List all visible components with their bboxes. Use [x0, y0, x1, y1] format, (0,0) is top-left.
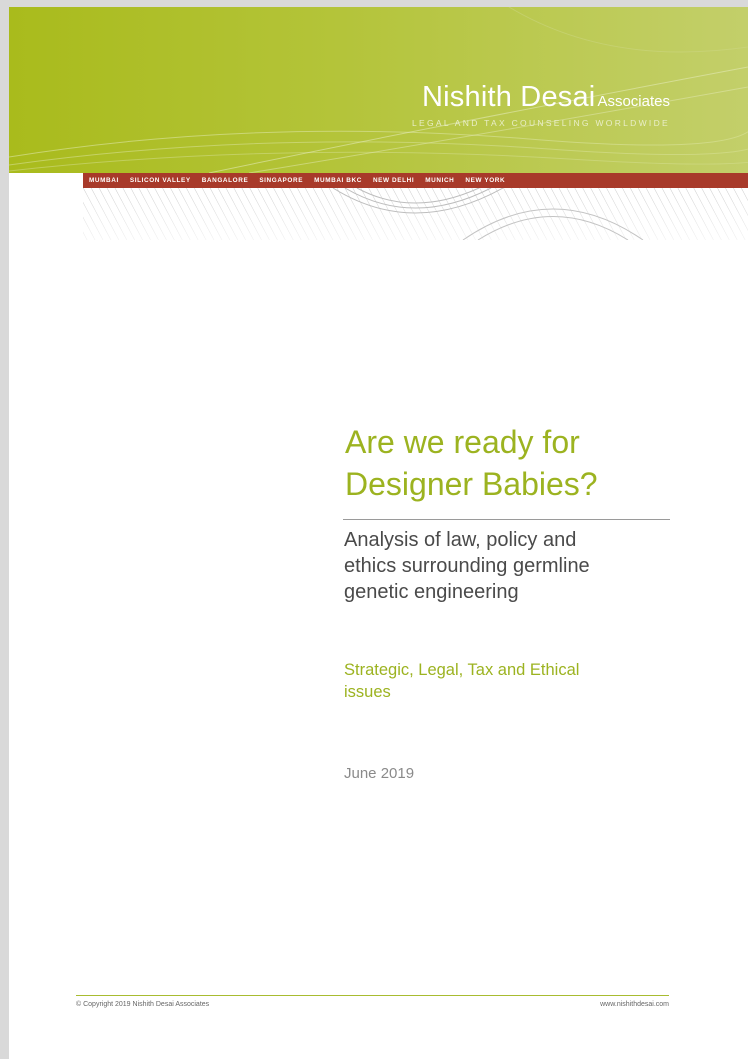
cover-page: Nishith Desai Associates LEGAL AND TAX CO…	[9, 7, 748, 1059]
topics-line-1: Strategic, Legal, Tax and Ethical	[344, 661, 580, 679]
title-divider	[343, 519, 670, 520]
subtitle-line-3: genetic engineering	[344, 581, 519, 603]
city-singapore: SINGAPORE	[259, 177, 304, 184]
title-line-1: Are we ready for	[345, 424, 580, 460]
subtitle-line-1: Analysis of law, policy and	[344, 529, 577, 551]
city-silicon-valley: SILICON VALLEY	[129, 177, 191, 184]
city-bar: MUMBAI SILICON VALLEY BANGALORE SINGAPOR…	[83, 173, 748, 188]
topics-heading: Strategic, Legal, Tax and Ethical issues	[344, 659, 674, 703]
city-bangalore: BANGALORE	[201, 177, 249, 184]
firm-logo: Nishith Desai Associates LEGAL AND TAX CO…	[412, 81, 670, 128]
city-new-york: NEW YORK	[465, 177, 506, 184]
footer-website-link[interactable]: www.nishithdesai.com	[600, 1001, 669, 1008]
city-munich: MUNICH	[425, 177, 455, 184]
hatch-pattern-graphic	[83, 188, 748, 240]
title-line-2: Designer Babies?	[345, 466, 598, 502]
header-band: Nishith Desai Associates LEGAL AND TAX CO…	[9, 7, 748, 173]
footer-copyright: © Copyright 2019 Nishith Desai Associate…	[76, 1001, 210, 1008]
logo-tagline: LEGAL AND TAX COUNSELING WORLDWIDE	[412, 118, 670, 128]
city-new-delhi: NEW DELHI	[372, 177, 415, 184]
topics-line-2: issues	[344, 683, 391, 701]
document-subtitle: Analysis of law, policy and ethics surro…	[344, 527, 674, 605]
city-mumbai-bkc: MUMBAI BKC	[314, 177, 362, 184]
document-title: Are we ready for Designer Babies?	[345, 421, 675, 505]
city-mumbai: MUMBAI	[89, 177, 119, 184]
logo-name: Nishith Desai	[422, 81, 596, 113]
logo-associates: Associates	[597, 93, 670, 110]
subtitle-line-2: ethics surrounding germline	[344, 555, 590, 577]
footer-divider	[76, 995, 669, 996]
publication-date: June 2019	[344, 765, 415, 782]
